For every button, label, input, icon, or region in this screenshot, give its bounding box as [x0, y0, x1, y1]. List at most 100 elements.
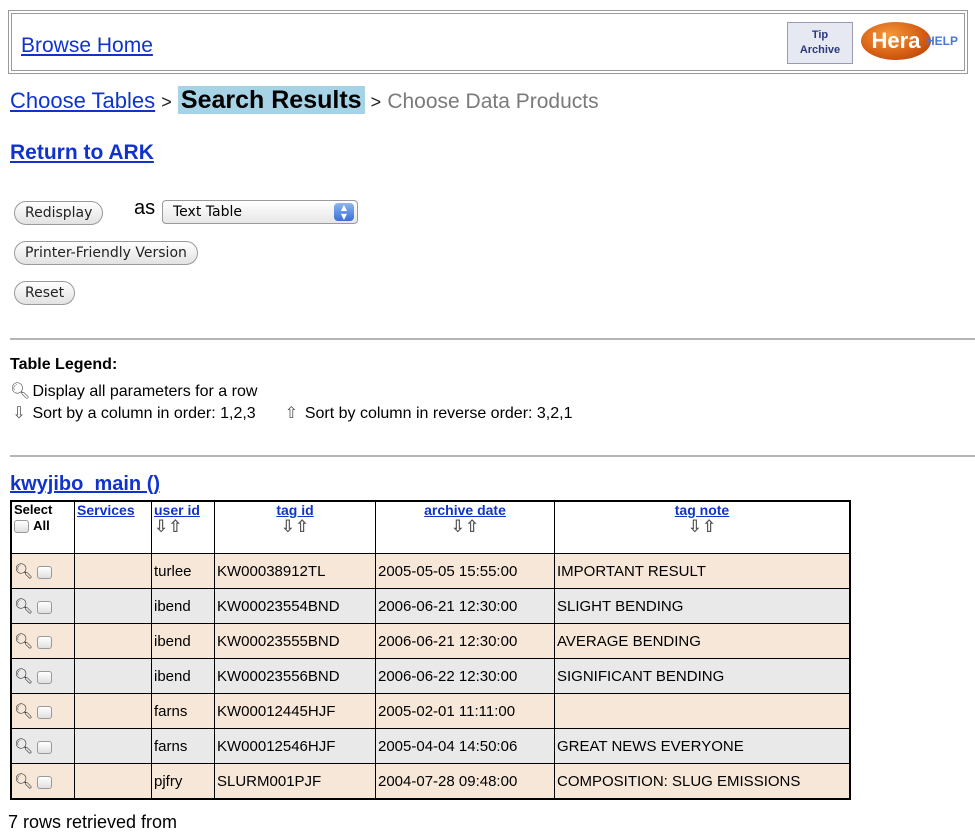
select-arrows-icon: ▲ ▼	[334, 203, 354, 221]
column-tag-id: tag id ⇩⇧	[214, 500, 376, 554]
legend-display-text: Display all parameters for a row	[32, 383, 258, 400]
select-all-label: All	[33, 518, 50, 533]
tip-archive-line2: Archive	[799, 44, 841, 56]
tag-note-cell: SLIGHT BENDING	[554, 588, 851, 624]
user-id-cell: farns	[151, 728, 215, 764]
reset-button[interactable]: Reset	[14, 281, 76, 305]
tag-id-header-link[interactable]: tag id	[217, 502, 373, 518]
row-select-checkbox[interactable]	[37, 670, 53, 684]
row-select-checkbox[interactable]	[37, 740, 53, 754]
tag-note-cell	[554, 693, 851, 729]
magnifier-icon[interactable]: 🔍︎	[14, 563, 33, 580]
services-header-link[interactable]: Services	[77, 502, 149, 518]
table-row: 🔍︎ ibend KW00023554BND 2006-06-21 12:30:…	[10, 588, 851, 624]
archive-date-cell: 2004-07-28 09:48:00	[375, 763, 555, 800]
magnifier-icon: 🔍︎	[10, 383, 31, 400]
tag-id-cell: KW00023554BND	[214, 588, 376, 624]
arrow-up-icon[interactable]: ⇧	[168, 517, 182, 536]
tag-id-cell: KW00012445HJF	[214, 693, 376, 729]
legend-sort-asc-text: Sort by a column in order: 1,2,3	[32, 405, 256, 422]
user-id-cell: turlee	[151, 553, 215, 589]
user-id-cell: farns	[151, 693, 215, 729]
user-id-header-link[interactable]: user id	[154, 502, 212, 518]
magnifier-icon[interactable]: 🔍︎	[14, 773, 33, 790]
tag-id-cell: KW00038912TL	[214, 553, 376, 589]
table-row: 🔍︎ ibend KW00023555BND 2006-06-21 12:30:…	[10, 623, 851, 659]
display-format-select[interactable]: Text Table ▲ ▼	[162, 200, 358, 224]
row-select-checkbox[interactable]	[37, 705, 53, 719]
row-actions: 🔍︎	[10, 658, 75, 694]
legend-title: Table Legend:	[10, 356, 118, 373]
row-select-checkbox[interactable]	[37, 600, 53, 614]
tip-archive-line1: Tip	[811, 29, 829, 41]
arrow-down-icon[interactable]: ⇩	[451, 517, 465, 536]
display-format-value: Text Table	[173, 204, 242, 220]
breadcrumb-current-search-results: Search Results	[177, 86, 365, 114]
breadcrumb-separator: >	[161, 92, 172, 112]
magnifier-icon[interactable]: 🔍︎	[14, 598, 33, 615]
hera-logo[interactable]: Hera	[861, 22, 931, 60]
magnifier-icon[interactable]: 🔍︎	[14, 668, 33, 685]
column-user-id: user id ⇩⇧	[151, 500, 215, 554]
services-cell	[74, 623, 152, 659]
table-header-row: Select All Services user id ⇩⇧ tag id ⇩⇧…	[10, 500, 851, 554]
user-id-cell: pjfry	[151, 763, 215, 800]
return-to-ark-link[interactable]: Return to ARK	[10, 141, 154, 165]
row-actions: 🔍︎	[10, 588, 75, 624]
redisplay-button[interactable]: Redisplay	[14, 201, 104, 225]
breadcrumb: Choose Tables > Search Results > Choose …	[10, 86, 599, 115]
tag-note-cell: GREAT NEWS EVERYONE	[554, 728, 851, 764]
services-cell	[74, 728, 152, 764]
help-icon[interactable]: ? HELP	[926, 34, 958, 75]
breadcrumb-choose-tables[interactable]: Choose Tables	[10, 88, 155, 113]
row-select-checkbox[interactable]	[37, 775, 53, 789]
tag-id-cell: KW00023556BND	[214, 658, 376, 694]
row-actions: 🔍︎	[10, 728, 75, 764]
arrow-up-icon[interactable]: ⇧	[702, 517, 716, 536]
table-row: 🔍︎ turlee KW00038912TL 2005-05-05 15:55:…	[10, 553, 851, 589]
archive-date-cell: 2006-06-21 12:30:00	[375, 588, 555, 624]
row-select-checkbox[interactable]	[37, 635, 53, 649]
user-id-cell: ibend	[151, 658, 215, 694]
archive-date-header-link[interactable]: archive date	[378, 502, 552, 518]
breadcrumb-choose-data-products: Choose Data Products	[387, 90, 599, 113]
arrow-up-icon[interactable]: ⇧	[295, 517, 309, 536]
arrow-down-icon[interactable]: ⇩	[281, 517, 295, 536]
column-archive-date: archive date ⇩⇧	[375, 500, 555, 554]
archive-date-cell: 2006-06-22 12:30:00	[375, 658, 555, 694]
tag-note-header-link[interactable]: tag note	[557, 502, 847, 518]
select-header-label: Select	[14, 502, 53, 517]
magnifier-icon[interactable]: 🔍︎	[14, 738, 33, 755]
table-row: 🔍︎ farns KW00012445HJF 2005-02-01 11:11:…	[10, 693, 851, 729]
table-row: 🔍︎ pjfry SLURM001PJF 2004-07-28 09:48:00…	[10, 763, 851, 800]
row-select-checkbox[interactable]	[37, 565, 53, 579]
tip-archive-button[interactable]: Tip Archive	[787, 22, 853, 64]
legend-sort-row: ⇩ Sort by a column in order: 1,2,3 ⇧ Sor…	[10, 403, 572, 423]
arrow-down-icon[interactable]: ⇩	[154, 517, 168, 536]
select-all-checkbox[interactable]	[14, 519, 29, 533]
services-cell	[74, 763, 152, 800]
archive-date-cell: 2005-02-01 11:11:00	[375, 693, 555, 729]
table-title-link[interactable]: kwyjibo_main ()	[10, 473, 160, 496]
browse-home-link[interactable]: Browse Home	[21, 34, 153, 58]
column-select: Select All	[10, 500, 75, 554]
column-services: Services	[74, 500, 152, 554]
arrow-down-icon: ⇩	[12, 405, 26, 422]
archive-date-cell: 2006-06-21 12:30:00	[375, 623, 555, 659]
archive-date-cell: 2005-05-05 15:55:00	[375, 553, 555, 589]
services-cell	[74, 693, 152, 729]
arrow-up-icon[interactable]: ⇧	[465, 517, 479, 536]
printer-friendly-button[interactable]: Printer-Friendly Version	[14, 241, 198, 265]
magnifier-icon[interactable]: 🔍︎	[14, 703, 33, 720]
services-cell	[74, 553, 152, 589]
row-actions: 🔍︎	[10, 763, 75, 800]
table-row: 🔍︎ ibend KW00023556BND 2006-06-22 12:30:…	[10, 658, 851, 694]
tag-id-cell: KW00012546HJF	[214, 728, 376, 764]
magnifier-icon[interactable]: 🔍︎	[14, 633, 33, 650]
arrow-down-icon[interactable]: ⇩	[688, 517, 702, 536]
divider	[10, 455, 975, 457]
as-label: as	[134, 197, 156, 219]
row-actions: 🔍︎	[10, 553, 75, 589]
results-table: Select All Services user id ⇩⇧ tag id ⇩⇧…	[10, 500, 851, 800]
table-row: 🔍︎ farns KW00012546HJF 2005-04-04 14:50:…	[10, 728, 851, 764]
